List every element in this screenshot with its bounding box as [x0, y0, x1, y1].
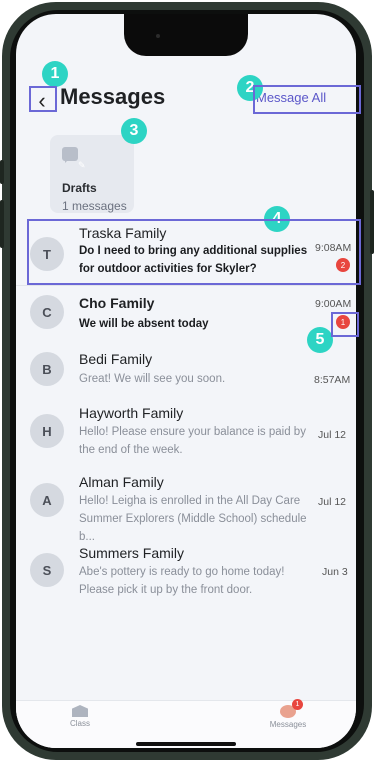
tab-class[interactable]: Class	[40, 705, 120, 728]
annotation-box	[331, 312, 359, 337]
conversation-name: Bedi Family	[79, 351, 153, 367]
drafts-count: 1 messages	[62, 199, 127, 213]
tab-messages[interactable]: 1 Messages	[248, 699, 328, 729]
avatar: C	[30, 295, 64, 329]
pencil-chat-icon: ✎	[62, 147, 86, 170]
conversation-time: 9:00AM	[315, 298, 352, 310]
side-button	[0, 200, 4, 248]
school-building-icon	[72, 705, 88, 717]
avatar: H	[30, 414, 64, 448]
annotation-box	[29, 86, 57, 112]
tab-label: Class	[69, 719, 90, 728]
conversation-row[interactable]: A Alman Family Hello! Leigha is enrolled…	[16, 472, 356, 543]
conversation-name: Cho Family	[79, 295, 155, 311]
conversation-time: 8:57AM	[314, 374, 351, 386]
tab-label: Messages	[269, 720, 307, 729]
conversation-row[interactable]: S Summers Family Abe's pottery is ready …	[16, 544, 356, 610]
annotation-marker: 3	[121, 118, 147, 144]
drafts-card[interactable]: ✎ Drafts 1 messages	[50, 135, 134, 213]
notification-badge: 1	[292, 699, 303, 710]
bottom-tab-bar: Class 1 Messages	[16, 699, 356, 748]
conversation-row[interactable]: B Bedi Family Great! We will see you soo…	[16, 348, 356, 398]
annotation-box	[253, 85, 361, 114]
annotation-marker: 5	[307, 327, 333, 353]
app-screen: ‹ Messages Message All ✎ Drafts 1 messag…	[16, 14, 356, 748]
page-title: Messages	[60, 84, 166, 109]
conversation-time: Jul 12	[318, 496, 347, 508]
conversation-preview: Great! We will see you soon.	[79, 373, 226, 385]
avatar: B	[30, 352, 64, 386]
side-button	[0, 160, 4, 184]
camera-dot	[156, 34, 160, 38]
conversation-name: Hayworth Family	[79, 405, 184, 421]
conversation-preview: Hello! Leigha is enrolled in the All Day…	[79, 495, 307, 543]
conversation-preview: Abe's pottery is ready to go home today!…	[79, 566, 285, 596]
conversation-preview: Hello! Please ensure your balance is pai…	[79, 426, 306, 456]
avatar: A	[30, 483, 64, 517]
home-indicator	[136, 742, 236, 746]
conversation-time: Jul 12	[318, 429, 347, 441]
conversation-row[interactable]: C Cho Family We will be absent today 9:0…	[16, 294, 356, 346]
conversation-row[interactable]: H Hayworth Family Hello! Please ensure y…	[16, 403, 356, 469]
conversation-time: Jun 3	[322, 566, 348, 578]
avatar: S	[30, 553, 64, 587]
drafts-title: Drafts	[62, 181, 97, 195]
conversation-preview: We will be absent today	[79, 318, 209, 330]
chat-bubble-icon: 1	[280, 699, 303, 718]
side-button	[370, 190, 374, 254]
annotation-marker: 1	[42, 61, 68, 87]
notch	[124, 14, 248, 56]
annotation-box	[27, 219, 361, 285]
divider	[16, 285, 356, 286]
conversation-name: Alman Family	[79, 474, 164, 490]
conversation-name: Summers Family	[79, 545, 185, 561]
